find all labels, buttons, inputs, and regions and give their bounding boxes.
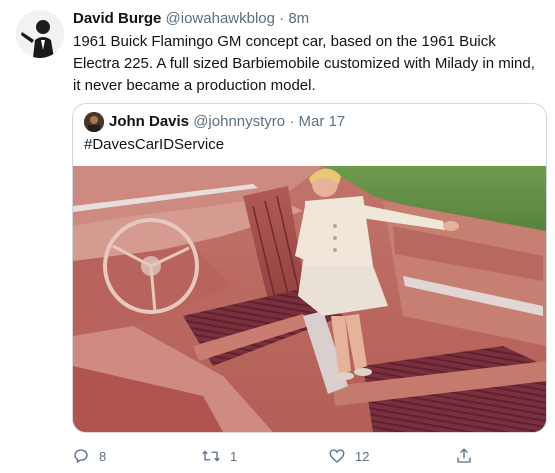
tweet[interactable]: David Burge @iowahawkblog · 8m 1961 Buic… bbox=[0, 0, 555, 473]
retweet-icon bbox=[202, 450, 220, 462]
timestamp[interactable]: 8m bbox=[288, 10, 309, 27]
quoted-author-handle[interactable]: @johnnystyro bbox=[193, 113, 285, 130]
quoted-text: #DavesCarIDService bbox=[84, 136, 225, 153]
author-handle[interactable]: @iowahawkblog bbox=[166, 10, 275, 27]
reply-button[interactable]: 8 bbox=[72, 444, 106, 468]
share-button[interactable] bbox=[455, 444, 473, 468]
like-count: 12 bbox=[355, 448, 370, 464]
reply-count: 8 bbox=[99, 448, 107, 464]
quoted-tweet[interactable]: John Davis @johnnystyro · Mar 17 #DavesC… bbox=[72, 103, 547, 433]
quoted-separator: · bbox=[289, 113, 295, 130]
quoted-avatar[interactable] bbox=[84, 112, 104, 132]
avatar[interactable] bbox=[16, 10, 64, 58]
quoted-avatar-image bbox=[84, 112, 104, 132]
quoted-author-name[interactable]: John Davis bbox=[109, 113, 189, 130]
retweet-count: 1 bbox=[230, 448, 238, 464]
tweet-header: David Burge @iowahawkblog · 8m bbox=[73, 9, 309, 29]
quoted-header: John Davis @johnnystyro · Mar 17 bbox=[109, 112, 345, 132]
share-icon bbox=[457, 448, 471, 463]
tweet-actions: 8 1 12 bbox=[72, 444, 492, 468]
retweet-button[interactable]: 1 bbox=[201, 444, 237, 468]
quoted-photo[interactable] bbox=[73, 166, 546, 432]
like-button[interactable]: 12 bbox=[328, 444, 369, 468]
quoted-timestamp[interactable]: Mar 17 bbox=[298, 113, 345, 130]
tweet-text: 1961 Buick Flamingo GM concept car, base… bbox=[73, 33, 535, 94]
photo-convertible-interior bbox=[73, 166, 546, 432]
separator: · bbox=[279, 10, 285, 27]
author-name[interactable]: David Burge bbox=[73, 10, 161, 27]
reply-icon bbox=[74, 449, 88, 463]
heart-icon bbox=[329, 449, 345, 463]
avatar-image bbox=[16, 10, 64, 58]
